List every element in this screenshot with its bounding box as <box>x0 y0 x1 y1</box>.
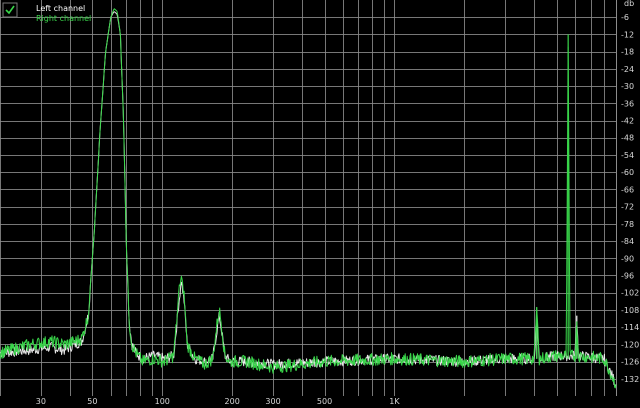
x-tick-label: 200 <box>225 397 240 406</box>
y-tick-label: -24 <box>621 65 634 74</box>
x-tick-label: 1K <box>389 397 400 406</box>
y-tick-label: -48 <box>621 134 634 143</box>
y-tick-label: -90 <box>621 254 634 263</box>
y-tick-label: -36 <box>621 99 634 108</box>
y-tick-label: -78 <box>621 220 634 229</box>
x-tick-label: 300 <box>265 397 280 406</box>
y-tick-label: -18 <box>621 48 634 57</box>
x-tick-label: 500 <box>317 397 332 406</box>
x-tick-label: 30 <box>36 397 46 406</box>
y-tick-label: -126 <box>621 358 639 367</box>
y-tick-label: -66 <box>621 185 634 194</box>
y-tick-label: -96 <box>621 271 634 280</box>
y-tick-label: -60 <box>621 168 634 177</box>
y-tick-label: -12 <box>621 30 634 39</box>
y-tick-label: -120 <box>621 340 639 349</box>
y-tick-label: -54 <box>621 151 634 160</box>
y-tick-label: -114 <box>621 323 639 332</box>
x-tick-label: 100 <box>155 397 170 406</box>
spectrum-chart: -6 -12 -18 -24 -30 -36 -42 -48 -54 -60 -66 -72 -78 -8… <box>0 0 640 408</box>
y-tick-label: -30 <box>621 82 634 91</box>
x-tick-label: 50 <box>87 397 97 406</box>
legend-right-channel: Right channel <box>36 14 91 23</box>
legend-left-channel: Left channel <box>36 4 85 13</box>
unit-label: db <box>624 0 634 8</box>
y-tick-label: -108 <box>621 306 639 315</box>
y-tick-label: -72 <box>621 203 634 212</box>
y-tick-label: -102 <box>621 289 639 298</box>
y-tick-label: -42 <box>621 117 634 126</box>
y-tick-label: -132 <box>621 375 639 384</box>
y-tick-label: -84 <box>621 237 634 246</box>
y-tick-label: -6 <box>621 13 629 22</box>
